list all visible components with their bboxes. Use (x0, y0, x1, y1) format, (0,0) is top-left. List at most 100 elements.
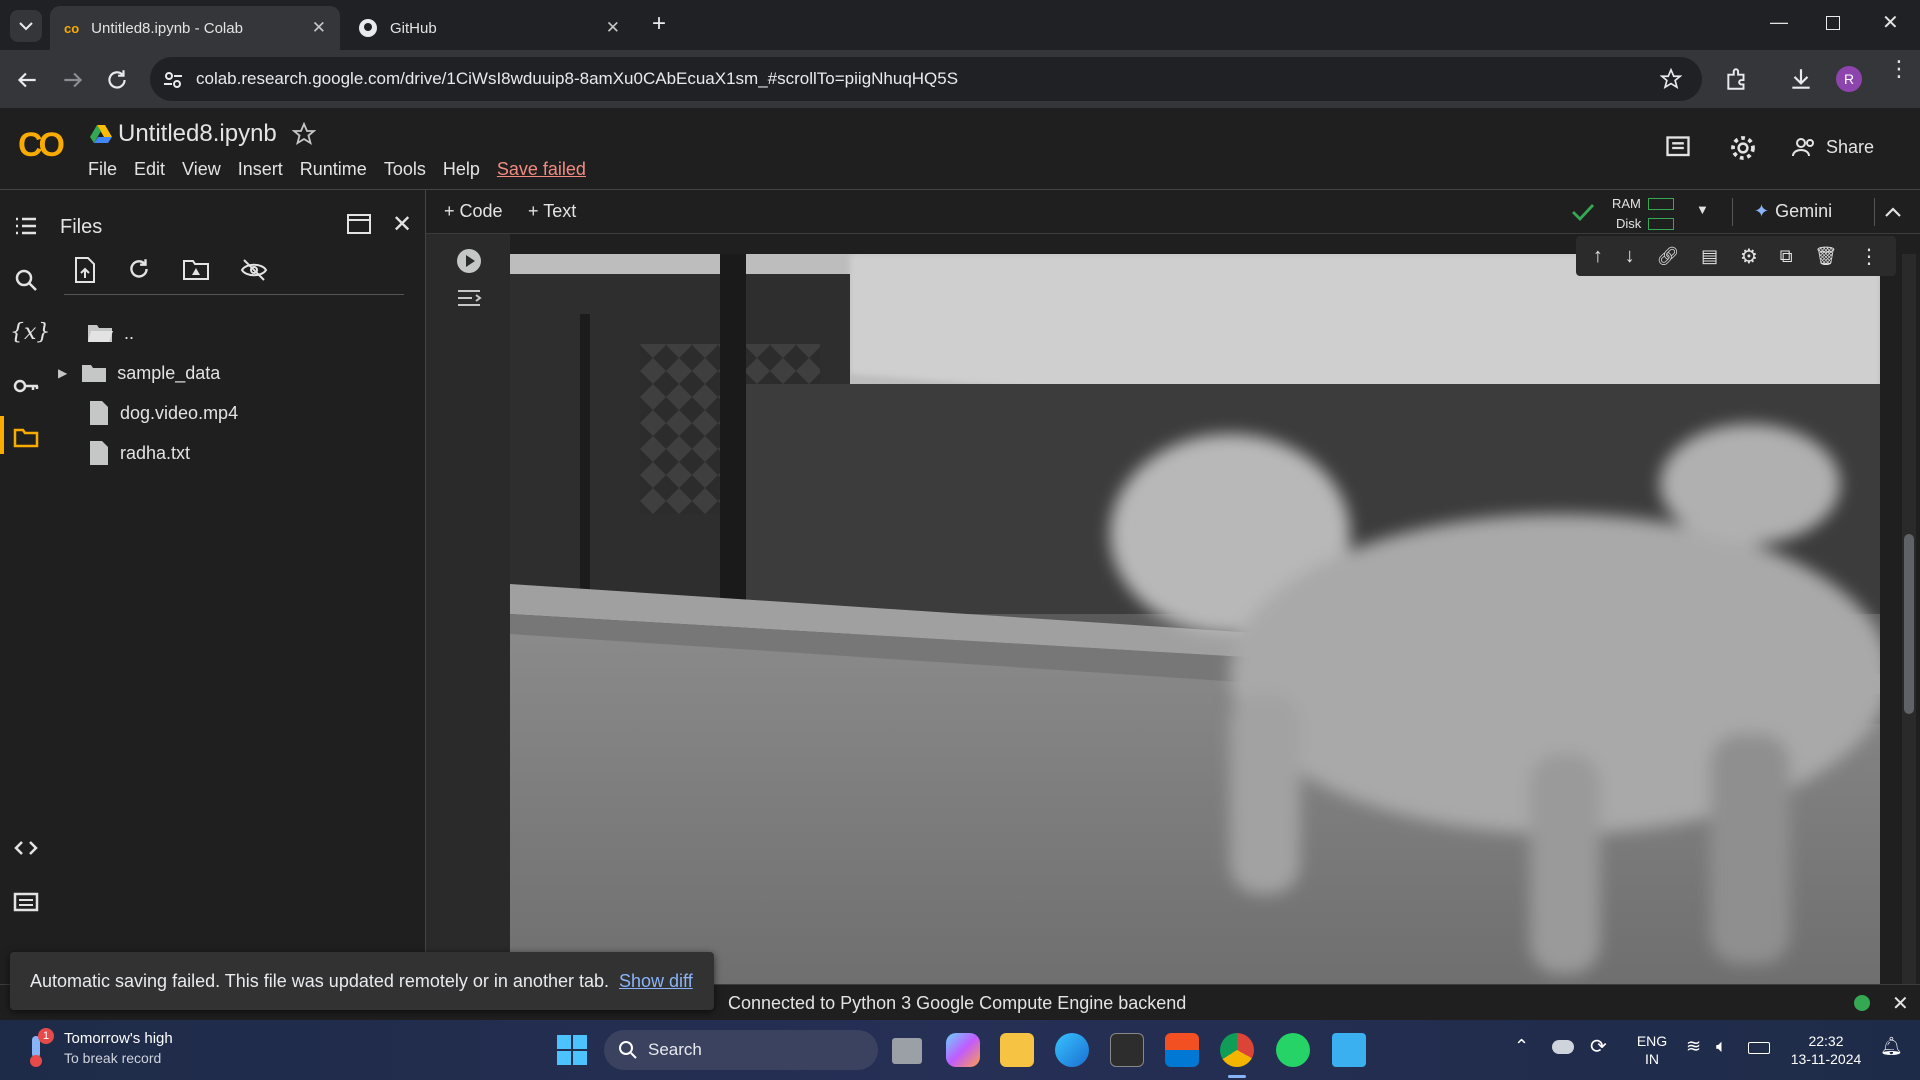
resources-widget[interactable]: RAM Disk (1612, 194, 1682, 232)
notifications-bell-icon[interactable]: 🔔︎ (1880, 1036, 1903, 1057)
share-label: Share (1826, 136, 1875, 157)
close-tab-icon[interactable]: ✕ (312, 18, 326, 38)
cell-settings-icon[interactable]: ⚙ (1740, 244, 1758, 269)
weather-widget[interactable]: 1 Tomorrow's high To break record (22, 1028, 192, 1072)
close-panel-icon[interactable]: ✕ (392, 210, 412, 239)
edge-browser-icon[interactable] (1055, 1033, 1089, 1067)
menu-view[interactable]: View (182, 159, 221, 180)
mount-drive-icon[interactable] (182, 258, 210, 282)
move-up-icon[interactable]: ↑ (1593, 245, 1603, 268)
tab-search-button[interactable] (10, 10, 42, 42)
code-snippets-icon[interactable] (12, 834, 40, 862)
forward-icon[interactable] (60, 67, 86, 93)
whatsapp-icon[interactable] (1276, 1033, 1310, 1067)
browser-menu-icon[interactable]: ⋮ (1888, 58, 1910, 80)
wifi-icon[interactable]: ≋ (1686, 1036, 1701, 1057)
microsoft-store-icon[interactable] (1165, 1033, 1199, 1067)
mirror-cell-icon[interactable]: ⧉ (1780, 246, 1793, 267)
browser-tab-strip: co Untitled8.ipynb - Colab ✕ GitHub ✕ + … (0, 0, 1920, 50)
folder-icon (82, 365, 107, 382)
clock[interactable]: 22:32 13-11-2024 (1780, 1032, 1872, 1068)
url-text: colab.research.google.com/drive/1CiWsI8w… (196, 69, 959, 88)
reload-icon[interactable] (104, 67, 130, 93)
address-bar[interactable]: colab.research.google.com/drive/1CiWsI8w… (150, 57, 1702, 101)
show-hidden-icons-icon[interactable]: ⌃ (1514, 1036, 1529, 1057)
scrollbar-thumb[interactable] (1904, 534, 1914, 714)
file-name: .. (124, 322, 135, 343)
link-icon[interactable]: 🔗︎ (1656, 246, 1679, 267)
site-info-icon[interactable] (162, 69, 184, 91)
list-item-file[interactable]: radha.txt (88, 436, 190, 470)
restore-button[interactable] (1826, 16, 1840, 30)
open-in-tab-icon[interactable] (346, 212, 372, 236)
profile-avatar[interactable]: R (1836, 66, 1862, 92)
colab-logo[interactable]: CO (18, 126, 65, 165)
connected-check-icon (1572, 204, 1595, 222)
extensions-icon[interactable] (1724, 66, 1750, 92)
gemini-label: Gemini (1775, 201, 1833, 221)
menu-help[interactable]: Help (443, 159, 480, 180)
move-down-icon[interactable]: ↓ (1625, 245, 1635, 268)
terminal-icon[interactable] (1110, 1033, 1144, 1067)
show-diff-link[interactable]: Show diff (619, 971, 693, 992)
volume-icon[interactable]: 🔈︎ (1716, 1036, 1727, 1057)
onedrive-icon[interactable] (1552, 1040, 1574, 1054)
list-item-parent-folder[interactable]: .. (86, 316, 134, 350)
notebook-title[interactable]: Untitled8.ipynb (118, 120, 277, 148)
folder-icon[interactable] (12, 424, 40, 452)
command-palette-icon[interactable] (12, 888, 40, 916)
refresh-icon[interactable] (126, 256, 152, 282)
close-tab-icon[interactable]: ✕ (606, 18, 620, 38)
star-icon[interactable] (292, 122, 316, 146)
runtime-dropdown-icon[interactable]: ▼ (1696, 202, 1709, 217)
list-item-file[interactable]: dog.video.mp4 (88, 396, 238, 430)
notepad-icon[interactable] (1332, 1033, 1366, 1067)
add-code-cell-button[interactable]: + Code (444, 201, 503, 222)
list-item-folder[interactable]: ▶ sample_data (58, 356, 220, 390)
new-tab-button[interactable]: + (652, 10, 666, 38)
menu-tools[interactable]: Tools (384, 159, 426, 180)
table-of-contents-icon[interactable] (12, 212, 40, 240)
menu-edit[interactable]: Edit (134, 159, 165, 180)
back-icon[interactable] (14, 67, 40, 93)
menu-file[interactable]: File (88, 159, 117, 180)
windows-start-icon[interactable] (556, 1034, 588, 1066)
save-failed-link[interactable]: Save failed (497, 159, 586, 180)
minimize-button[interactable]: — (1770, 12, 1788, 33)
task-view-icon[interactable] (892, 1038, 922, 1064)
secrets-key-icon[interactable] (12, 372, 40, 400)
variables-icon[interactable]: {x} (10, 320, 50, 345)
upload-file-icon[interactable] (72, 256, 98, 284)
comments-icon[interactable] (1664, 134, 1692, 162)
menu-bar: File Edit View Insert Runtime Tools Help… (88, 159, 603, 180)
toast-message: Automatic saving failed. This file was u… (30, 970, 609, 991)
run-cell-icon[interactable] (456, 248, 482, 274)
more-options-icon[interactable]: ⋮ (1859, 244, 1879, 269)
taskbar-search[interactable]: Search (604, 1030, 878, 1070)
sync-icon[interactable]: ⟳ (1590, 1034, 1607, 1059)
menu-runtime[interactable]: Runtime (300, 159, 367, 180)
tab-github[interactable]: GitHub ✕ (344, 6, 634, 50)
close-status-icon[interactable]: ✕ (1892, 991, 1909, 1016)
menu-insert[interactable]: Insert (238, 159, 283, 180)
comment-icon[interactable]: ▤ (1701, 246, 1718, 267)
share-button[interactable]: Share (1792, 136, 1874, 158)
close-window-button[interactable]: ✕ (1882, 10, 1899, 35)
chrome-icon[interactable] (1220, 1033, 1254, 1067)
gemini-button[interactable]: ✦ Gemini (1754, 201, 1832, 222)
tab-colab[interactable]: co Untitled8.ipynb - Colab ✕ (50, 6, 340, 50)
copilot-icon[interactable] (946, 1033, 980, 1067)
bookmark-star-icon[interactable] (1660, 68, 1682, 90)
output-options-icon[interactable] (456, 286, 482, 310)
battery-icon[interactable] (1748, 1042, 1770, 1054)
delete-icon[interactable]: 🗑︎ (1814, 246, 1837, 267)
expand-caret-icon[interactable]: ▶ (58, 366, 67, 380)
download-icon[interactable] (1788, 66, 1814, 92)
settings-gear-icon[interactable] (1728, 133, 1758, 163)
chevron-up-icon[interactable] (1882, 202, 1904, 222)
hide-files-icon[interactable] (240, 258, 268, 282)
add-text-cell-button[interactable]: + Text (528, 201, 576, 222)
search-icon[interactable] (12, 266, 40, 294)
file-explorer-icon[interactable] (1000, 1033, 1034, 1067)
language-indicator[interactable]: ENG IN (1632, 1032, 1672, 1068)
